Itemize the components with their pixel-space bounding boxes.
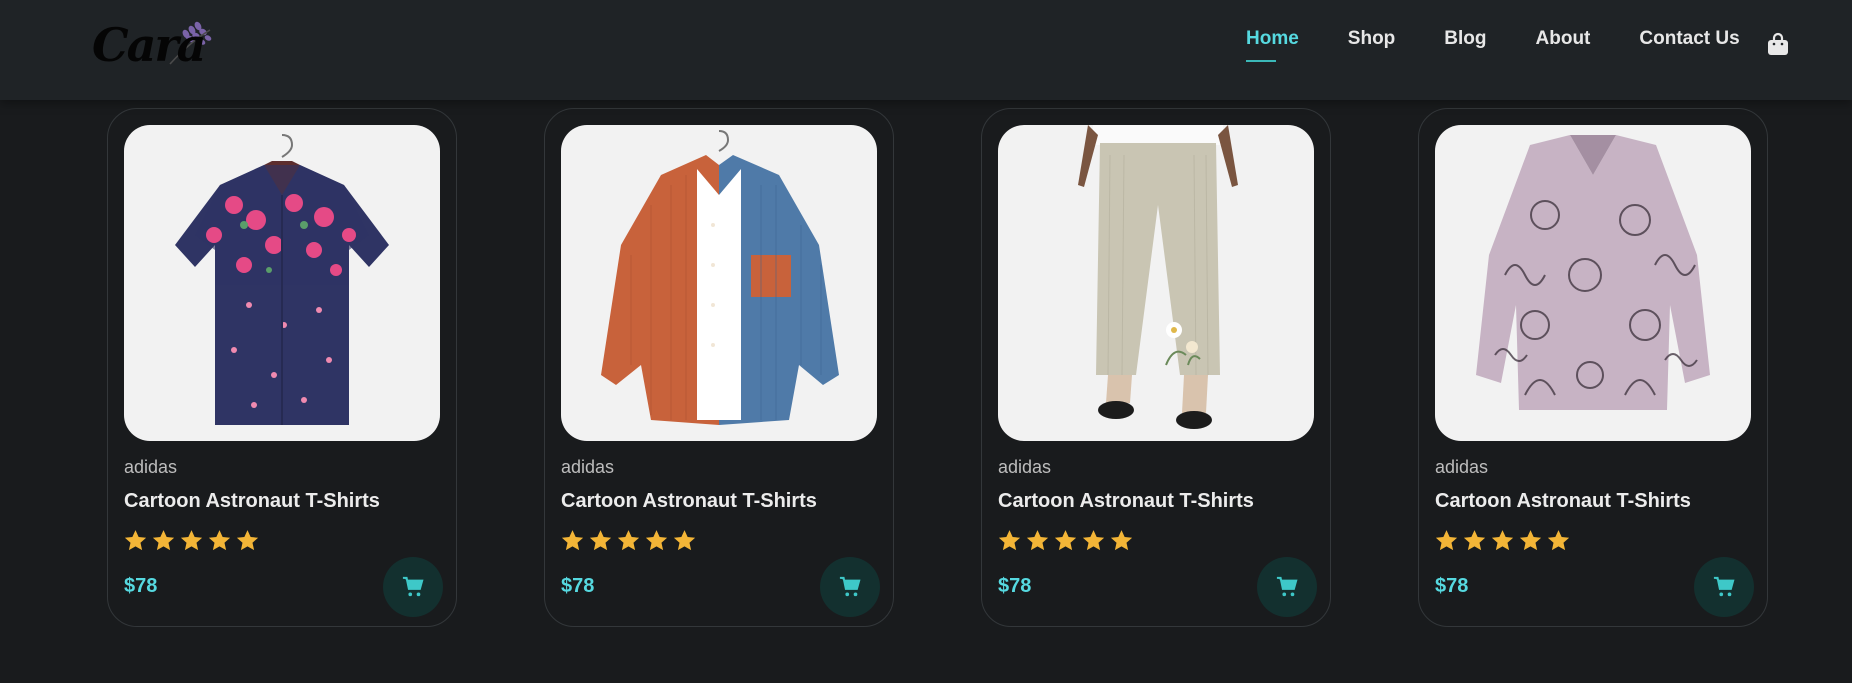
product-image-corduroy-shirt[interactable] — [561, 125, 877, 441]
product-rating — [122, 528, 262, 554]
star-icon — [180, 530, 203, 551]
star-icon — [1082, 530, 1105, 551]
star-icon — [561, 530, 584, 551]
product-name[interactable]: Cartoon Astronaut T-Shirts — [561, 490, 817, 513]
cart-icon — [839, 576, 861, 597]
product-name[interactable]: Cartoon Astronaut T-Shirts — [124, 490, 380, 513]
add-to-cart-button[interactable] — [1257, 557, 1317, 617]
add-to-cart-button[interactable] — [1694, 557, 1754, 617]
product-grid: adidas Cartoon Astronaut T-Shirts $78 ad… — [107, 108, 1768, 628]
star-icon — [152, 530, 175, 551]
nav-about[interactable]: About — [1536, 28, 1591, 58]
star-icon — [124, 530, 147, 551]
star-icon — [673, 530, 696, 551]
site-header: Cara Home Shop Blog About Contact Us — [0, 0, 1852, 100]
cart-icon — [402, 576, 424, 597]
product-image-linen-pants[interactable] — [998, 125, 1314, 441]
product-image-floral-shirt[interactable] — [124, 125, 440, 441]
product-brand: adidas — [124, 457, 178, 477]
add-to-cart-button[interactable] — [383, 557, 443, 617]
star-icon — [645, 530, 668, 551]
product-price: $78 — [124, 575, 158, 597]
star-icon — [1463, 530, 1486, 551]
star-icon — [1435, 530, 1458, 551]
cart-icon — [1276, 576, 1298, 597]
star-icon — [617, 530, 640, 551]
product-card[interactable]: adidas Cartoon Astronaut T-Shirts $78 — [1418, 108, 1768, 627]
main-nav: Home Shop Blog About Contact Us — [1246, 28, 1789, 62]
product-brand: adidas — [1435, 457, 1489, 477]
product-card[interactable]: adidas Cartoon Astronaut T-Shirts $78 — [544, 108, 894, 627]
cart-icon — [1713, 576, 1735, 597]
logo[interactable]: Cara — [90, 12, 220, 82]
star-icon — [1547, 530, 1570, 551]
nav-shop[interactable]: Shop — [1348, 28, 1396, 58]
nav-blog[interactable]: Blog — [1444, 28, 1486, 58]
product-price: $78 — [561, 575, 595, 597]
product-brand: adidas — [998, 457, 1052, 477]
logo-text: Cara — [92, 18, 206, 72]
product-card[interactable]: adidas Cartoon Astronaut T-Shirts $78 — [981, 108, 1331, 627]
add-to-cart-button[interactable] — [820, 557, 880, 617]
product-name[interactable]: Cartoon Astronaut T-Shirts — [998, 490, 1254, 513]
star-icon — [1026, 530, 1049, 551]
product-rating — [559, 528, 699, 554]
product-brand: adidas — [561, 457, 615, 477]
star-icon — [1110, 530, 1133, 551]
product-price: $78 — [998, 575, 1032, 597]
product-name[interactable]: Cartoon Astronaut T-Shirts — [1435, 490, 1691, 513]
star-icon — [1054, 530, 1077, 551]
product-rating — [996, 528, 1136, 554]
product-price: $78 — [1435, 575, 1469, 597]
star-icon — [589, 530, 612, 551]
nav-home[interactable]: Home — [1246, 28, 1299, 62]
product-image-cat-blouse[interactable] — [1435, 125, 1751, 441]
star-icon — [208, 530, 231, 551]
product-card[interactable]: adidas Cartoon Astronaut T-Shirts $78 — [107, 108, 457, 627]
star-icon — [1491, 530, 1514, 551]
star-icon — [236, 530, 259, 551]
shopping-bag-icon[interactable] — [1767, 32, 1789, 56]
product-rating — [1433, 528, 1573, 554]
star-icon — [998, 530, 1021, 551]
star-icon — [1519, 530, 1542, 551]
nav-contact[interactable]: Contact Us — [1639, 28, 1739, 58]
